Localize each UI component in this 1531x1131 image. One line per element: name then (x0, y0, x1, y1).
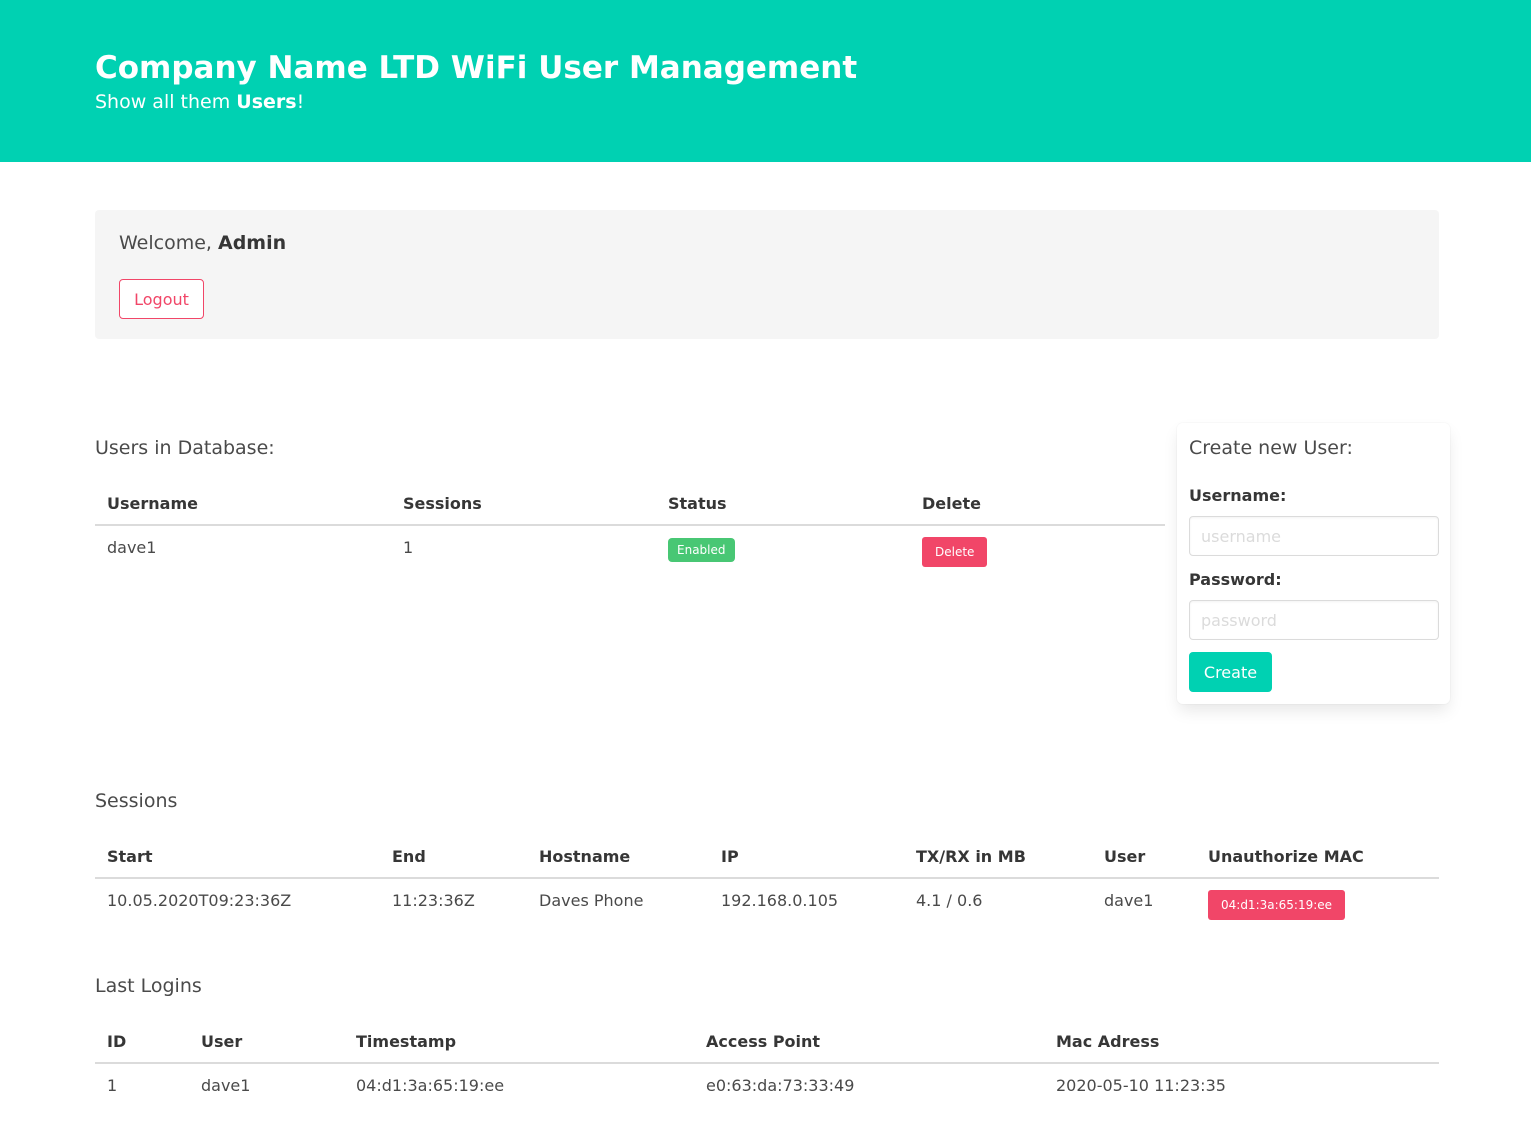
column-header-username: Username (95, 483, 391, 526)
column-header-sessions: Sessions (391, 483, 656, 526)
welcome-message: Welcome, Admin (119, 230, 286, 256)
create-user-card: Create new User: Username: Password: Cre… (1177, 423, 1450, 704)
column-header-ip: IP (709, 836, 904, 879)
login-access-point: e0:63:da:73:33:49 (706, 1076, 855, 1095)
login-timestamp: 04:d1:3a:65:19:ee (356, 1076, 505, 1095)
session-end: 11:23:36Z (392, 891, 475, 910)
column-header-access-point: Access Point (694, 1021, 1044, 1064)
logins-section-title: Last Logins (95, 975, 202, 997)
username-input[interactable] (1189, 516, 1439, 556)
column-header-user: User (189, 1021, 344, 1064)
login-mac: 2020-05-10 11:23:35 (1056, 1076, 1226, 1095)
welcome-box: Welcome, Admin Logout (95, 210, 1439, 339)
session-mac-cell: 04:d1:3a:65:19:ee (1196, 878, 1439, 922)
password-label: Password: (1189, 570, 1282, 589)
unauthorize-mac-button[interactable]: 04:d1:3a:65:19:ee (1208, 889, 1346, 920)
column-header-id: ID (95, 1021, 189, 1064)
column-header-mac-address: Mac Adress (1044, 1021, 1439, 1064)
user-sessions: 1 (403, 538, 414, 557)
username-label: Username: (1189, 486, 1287, 505)
session-hostname: Daves Phone (539, 891, 644, 910)
subtitle-bold: Users (236, 91, 297, 113)
create-user-button[interactable]: Create (1189, 652, 1272, 692)
table-row: 1 dave1 04:d1:3a:65:19:ee e0:63:da:73:33… (95, 1063, 1439, 1107)
column-header-unauthorize-mac: Unauthorize MAC (1196, 836, 1439, 879)
column-header-timestamp: Timestamp (344, 1021, 694, 1064)
users-section-title: Users in Database: (95, 437, 275, 459)
users-table-header: Username Sessions Status Delete (95, 483, 1165, 526)
column-header-hostname: Hostname (527, 836, 709, 879)
table-row: 10.05.2020T09:23:36Z 11:23:36Z Daves Pho… (95, 878, 1439, 922)
column-header-start: Start (95, 836, 380, 879)
page-title: Company Name LTD WiFi User Management (95, 50, 858, 86)
user-status-cell: Enabled (656, 525, 910, 569)
column-header-status: Status (656, 483, 910, 526)
column-header-delete: Delete (910, 483, 1165, 526)
page-subtitle: Show all them Users! (95, 89, 304, 115)
subtitle-prefix: Show all them (95, 91, 237, 113)
sessions-table-header: Start End Hostname IP TX/RX in MB User U… (95, 836, 1439, 879)
subtitle-suffix: ! (296, 91, 305, 113)
session-txrx: 4.1 / 0.6 (916, 891, 983, 910)
user-username: dave1 (107, 538, 157, 557)
welcome-prefix: Welcome, (119, 232, 218, 254)
login-user: dave1 (201, 1076, 251, 1095)
password-input[interactable] (1189, 600, 1439, 640)
session-start: 10.05.2020T09:23:36Z (107, 891, 292, 910)
hero-banner: Company Name LTD WiFi User Management Sh… (0, 0, 1531, 162)
session-ip: 192.168.0.105 (721, 891, 839, 910)
login-id: 1 (107, 1076, 118, 1095)
create-user-title: Create new User: (1189, 437, 1353, 459)
logins-table: ID User Timestamp Access Point Mac Adres… (95, 1021, 1439, 1107)
welcome-username: Admin (218, 232, 287, 254)
column-header-end: End (380, 836, 527, 879)
column-header-txrx: TX/RX in MB (904, 836, 1092, 879)
users-table: Username Sessions Status Delete dave1 1 … (95, 483, 1165, 569)
status-badge: Enabled (668, 537, 735, 562)
user-delete-cell: Delete (910, 525, 1165, 569)
logins-table-header: ID User Timestamp Access Point Mac Adres… (95, 1021, 1439, 1064)
table-row: dave1 1 Enabled Delete (95, 525, 1165, 569)
sessions-section-title: Sessions (95, 790, 178, 812)
session-user: dave1 (1104, 891, 1154, 910)
logout-button[interactable]: Logout (119, 279, 204, 319)
delete-user-button[interactable]: Delete (922, 536, 988, 567)
sessions-table: Start End Hostname IP TX/RX in MB User U… (95, 836, 1439, 922)
column-header-user: User (1092, 836, 1196, 879)
